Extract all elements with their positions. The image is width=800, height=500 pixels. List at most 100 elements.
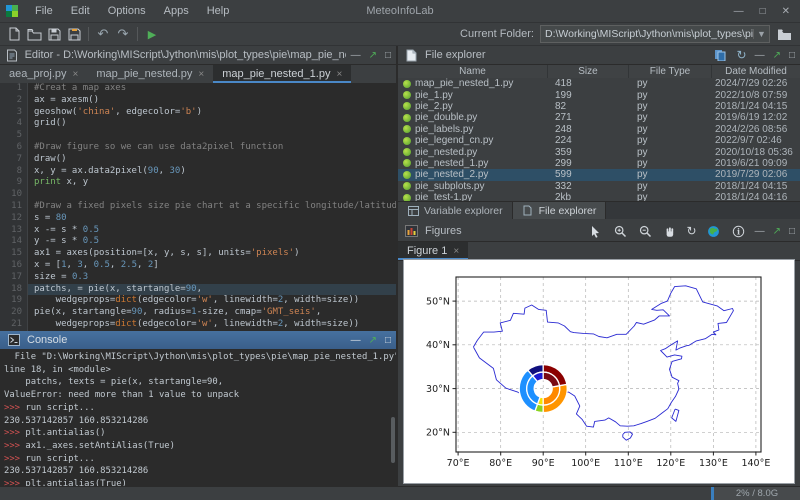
figures-maximize-icon[interactable]: □ <box>789 226 795 237</box>
code-line-9[interactable]: 9print x, y <box>0 177 396 189</box>
file-row-pie_1.py[interactable]: pie_1.py199py2022/10/8 07:59 <box>398 89 800 100</box>
file-row-map_pie_nested_1.py[interactable]: map_pie_nested_1.py418py2024/7/29 02:26 <box>398 78 800 89</box>
editor-minimize-icon[interactable]: — <box>351 50 361 61</box>
figure-tab[interactable]: Figure 1 × <box>398 242 468 260</box>
copy-path-icon[interactable] <box>712 47 729 63</box>
code-line-14[interactable]: 14y -= s * 0.5 <box>0 236 396 248</box>
code-line-20[interactable]: 20pie(x, startangle=90, radius=1-size, c… <box>0 307 396 319</box>
svg-text:50°N: 50°N <box>426 296 450 307</box>
bottom-tab-file-explorer[interactable]: File explorer <box>513 202 607 219</box>
file-explorer-minimize-icon[interactable]: — <box>755 50 765 61</box>
console-detach-icon[interactable]: ↗ <box>369 335 377 346</box>
window-maximize-button[interactable]: □ <box>760 6 766 17</box>
close-figure-icon[interactable]: × <box>453 246 459 257</box>
menu-apps[interactable]: Apps <box>155 5 198 17</box>
file-explorer-maximize-icon[interactable]: □ <box>789 50 795 61</box>
window-minimize-button[interactable]: — <box>734 6 744 17</box>
file-row-pie_labels.py[interactable]: pie_labels.py248py2024/2/26 08:56 <box>398 124 800 135</box>
python-file-icon <box>403 148 411 156</box>
zoom-in-icon[interactable] <box>612 223 629 239</box>
column-header-file-type[interactable]: File Type <box>629 65 712 78</box>
editor-tab-aea_proj.py[interactable]: aea_proj.py× <box>0 65 87 83</box>
figures-minimize-icon[interactable]: — <box>755 226 765 237</box>
editor-detach-icon[interactable]: ↗ <box>369 50 377 61</box>
close-tab-icon[interactable]: × <box>73 69 79 80</box>
window-close-button[interactable]: ✕ <box>782 6 790 17</box>
code-line-13[interactable]: 13x -= s * 0.5 <box>0 225 396 237</box>
code-line-6[interactable]: 6#Draw figure so we can use data2pixel f… <box>0 142 396 154</box>
editor-tabbar: aea_proj.py×map_pie_nested.py×map_pie_ne… <box>0 65 396 84</box>
svg-text:90°E: 90°E <box>532 458 555 469</box>
cursor-tool-icon[interactable] <box>587 223 604 239</box>
file-row-pie_subplots.py[interactable]: pie_subplots.py332py2018/1/24 04:15 <box>398 181 800 192</box>
file-row-pie_2.py[interactable]: pie_2.py82py2018/1/24 04:15 <box>398 101 800 112</box>
column-header-name[interactable]: Name <box>398 65 548 78</box>
close-tab-icon[interactable]: × <box>336 69 342 80</box>
code-line-1[interactable]: 1#Creat a map axes <box>0 83 396 95</box>
titlebar: FileEditOptionsAppsHelp MeteoInfoLab — □… <box>0 0 800 23</box>
file-row-pie_nested.py[interactable]: pie_nested.py359py2020/10/18 05:36 <box>398 146 800 157</box>
console-line: >>> plt.antialias() <box>4 427 396 440</box>
bottom-tab-variable-explorer[interactable]: Variable explorer <box>398 202 513 219</box>
undo-button[interactable]: ↶ <box>93 25 113 43</box>
code-line-17[interactable]: 17size = 0.3 <box>0 272 396 284</box>
code-line-10[interactable]: 10 <box>0 189 396 201</box>
figures-detach-icon[interactable]: ↗ <box>773 226 781 237</box>
code-line-5[interactable]: 5 <box>0 130 396 142</box>
code-line-8[interactable]: 8x, y = ax.data2pixel(90, 30) <box>0 166 396 178</box>
editor-maximize-icon[interactable]: □ <box>385 50 391 61</box>
new-file-button[interactable] <box>4 25 24 43</box>
editor-tab-map_pie_nested_1.py[interactable]: map_pie_nested_1.py× <box>213 65 351 83</box>
memory-usage-badge: 2% / 8.0G <box>711 487 800 500</box>
svg-text:100°E: 100°E <box>571 458 600 469</box>
globe-icon[interactable] <box>705 223 722 239</box>
browse-folder-button[interactable] <box>774 25 794 43</box>
code-line-7[interactable]: 7draw() <box>0 154 396 166</box>
file-explorer-detach-icon[interactable]: ↗ <box>773 50 781 61</box>
file-row-pie_nested_1.py[interactable]: pie_nested_1.py299py2019/6/21 09:09 <box>398 158 800 169</box>
info-icon[interactable]: i <box>730 223 747 239</box>
code-line-16[interactable]: 16x = [1, 3, 0.5, 2.5, 2] <box>0 260 396 272</box>
console-minimize-icon[interactable]: — <box>351 335 361 346</box>
column-header-date-modified[interactable]: Date Modified <box>712 65 800 78</box>
menu-file[interactable]: File <box>26 5 62 17</box>
zoom-out-icon[interactable] <box>637 223 654 239</box>
redo-button[interactable]: ↷ <box>113 25 133 43</box>
figure-canvas[interactable]: 70°E80°E90°E100°E110°E120°E130°E140°E20°… <box>403 259 795 484</box>
rotate-tool-icon[interactable]: ↻ <box>687 224 697 238</box>
editor-panel: Editor - D:\Working\MIScript\Jython\mis\… <box>0 46 396 331</box>
save-button[interactable] <box>44 25 64 43</box>
save-as-button[interactable] <box>64 25 84 43</box>
code-line-11[interactable]: 11#Draw a fixed pixels size pie chart at… <box>0 201 396 213</box>
code-editor[interactable]: 1#Creat a map axes2ax = axesm()3geoshow(… <box>0 83 396 331</box>
file-row-pie_legend_cn.py[interactable]: pie_legend_cn.py224py2022/9/7 02:46 <box>398 135 800 146</box>
code-line-3[interactable]: 3geoshow('china', edgecolor='b') <box>0 107 396 119</box>
code-line-4[interactable]: 4grid() <box>0 118 396 130</box>
console-scrollbar[interactable] <box>391 417 395 463</box>
file-row-pie_nested_2.py[interactable]: pie_nested_2.py599py2019/7/29 02:06 <box>398 169 800 180</box>
file-table-header: NameSizeFile TypeDate Modified <box>398 65 800 79</box>
code-line-12[interactable]: 12s = 80 <box>0 213 396 225</box>
close-tab-icon[interactable]: × <box>198 69 204 80</box>
console-output[interactable]: File "D:\Working\MIScript\Jython\mis\plo… <box>0 349 396 487</box>
main-toolbar: ↶ ↷ ▶ Current Folder: D:\Working\MIScrip… <box>0 23 800 46</box>
code-line-19[interactable]: 19 wedgeprops=dict(edgecolor='w', linewi… <box>0 295 396 307</box>
code-line-18[interactable]: 18patchs, = pie(x, startangle=90, <box>0 284 396 296</box>
column-header-size[interactable]: Size <box>548 65 629 78</box>
code-line-21[interactable]: 21 wedgeprops=dict(edgecolor='w', linewi… <box>0 319 396 331</box>
chevron-down-icon[interactable]: ▼ <box>753 29 769 39</box>
run-script-button[interactable]: ▶ <box>142 25 162 43</box>
file-row-pie_double.py[interactable]: pie_double.py271py2019/6/19 12:02 <box>398 112 800 123</box>
code-line-15[interactable]: 15ax1 = axes(position=[x, y, s, s], unit… <box>0 248 396 260</box>
console-maximize-icon[interactable]: □ <box>385 335 391 346</box>
menu-help[interactable]: Help <box>198 5 239 17</box>
pan-hand-icon[interactable] <box>662 223 679 239</box>
open-folder-button[interactable] <box>24 25 44 43</box>
menu-edit[interactable]: Edit <box>62 5 99 17</box>
current-folder-combo[interactable]: D:\Working\MIScript\Jython\mis\plot_type… <box>540 25 770 43</box>
editor-panel-header: Editor - D:\Working\MIScript\Jython\mis\… <box>0 46 396 65</box>
editor-tab-map_pie_nested.py[interactable]: map_pie_nested.py× <box>87 65 213 83</box>
code-line-2[interactable]: 2ax = axesm() <box>0 95 396 107</box>
refresh-icon[interactable]: ↻ <box>737 48 747 62</box>
menu-options[interactable]: Options <box>99 5 155 17</box>
